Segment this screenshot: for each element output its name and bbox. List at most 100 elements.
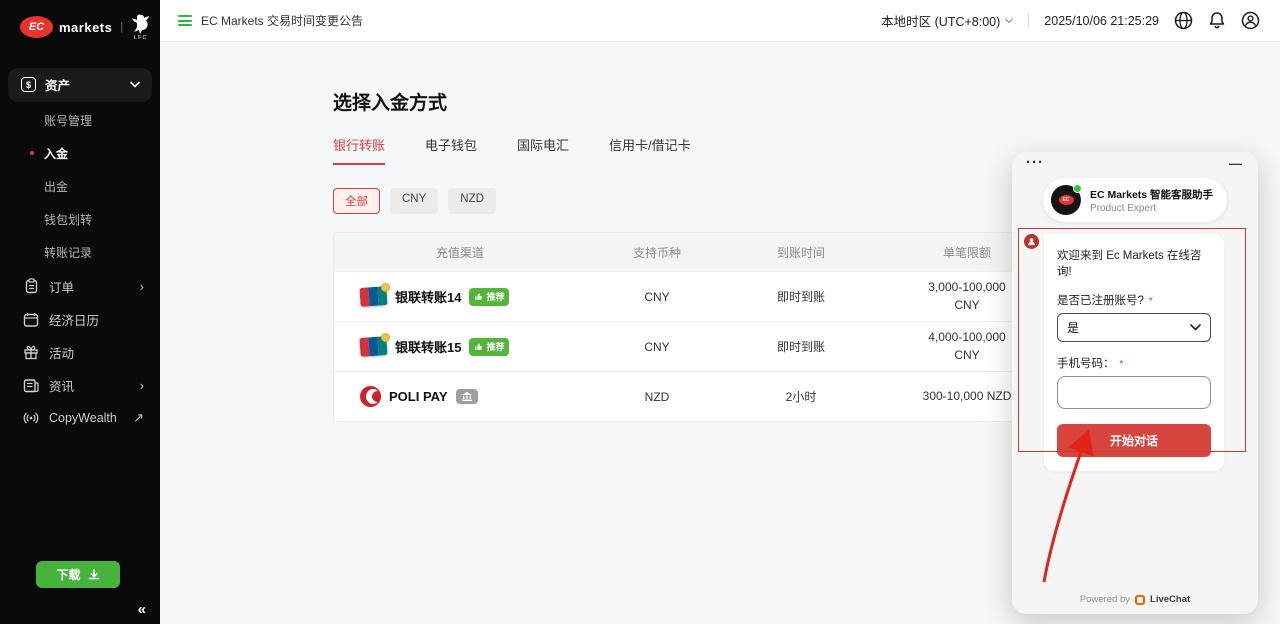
tab-credit-debit-card[interactable]: 信用卡/借记卡 xyxy=(609,135,691,165)
tab-ewallet[interactable]: 电子钱包 xyxy=(425,135,477,165)
announcement-icon xyxy=(178,15,192,26)
powered-by-text: Powered by xyxy=(1080,594,1130,605)
menu-item-label: 资讯 xyxy=(49,376,74,395)
sub-item-label: 钱包划转 xyxy=(44,211,92,228)
sub-item-label: 出金 xyxy=(44,178,68,195)
sidebar-item-news[interactable]: 资讯 › xyxy=(0,369,160,402)
channel-name: 银联转账14 xyxy=(395,287,461,306)
filter-all[interactable]: 全部 xyxy=(333,188,380,214)
arrival-time-cell: 2小时 xyxy=(728,388,874,405)
agent-avatar: EC xyxy=(1051,185,1081,215)
chevron-down-icon xyxy=(1190,324,1201,331)
registered-select[interactable]: 是 xyxy=(1057,313,1211,342)
currency-cell: CNY xyxy=(586,340,728,354)
agent-role: Product Expert xyxy=(1090,203,1213,214)
sidebar-item-orders[interactable]: 订单 › xyxy=(0,270,160,303)
poli-pay-icon xyxy=(360,386,381,407)
sidebar-item-economic-calendar[interactable]: 经济日历 xyxy=(0,303,160,336)
tab-international-wire[interactable]: 国际电汇 xyxy=(517,135,569,165)
recommended-badge: 推荐 xyxy=(469,288,509,306)
dollar-square-icon: $ xyxy=(21,77,36,92)
chat-minimize-button[interactable]: — xyxy=(1229,156,1242,171)
account-avatar-icon[interactable] xyxy=(1241,11,1260,30)
required-asterisk: * xyxy=(1149,296,1153,307)
required-asterisk: * xyxy=(1120,359,1124,370)
ec-logo-icon: EC xyxy=(20,16,53,38)
menu-item-label: CopyWealth xyxy=(49,411,117,425)
logo: EC markets | LFC xyxy=(0,0,160,42)
registered-question-label: 是否已注册账号? * xyxy=(1057,292,1211,308)
menu-item-label: 经济日历 xyxy=(49,310,99,329)
chat-options-button[interactable]: ··· xyxy=(1026,154,1044,171)
agent-name: EC Markets 智能客服助手 xyxy=(1090,187,1213,202)
column-header: 充值渠道 xyxy=(334,244,586,261)
channel-name: 银联转账15 xyxy=(395,337,461,356)
arrival-time-cell: 即时到账 xyxy=(728,338,874,355)
livechat-widget: ··· — EC EC Markets 智能客服助手 Product Exper… xyxy=(1012,152,1258,614)
collapse-sidebar-button[interactable]: « xyxy=(138,601,146,618)
download-button[interactable]: 下载 xyxy=(36,561,120,588)
sub-item-label: 账号管理 xyxy=(44,112,92,129)
logo-divider: | xyxy=(120,21,123,33)
filter-cny[interactable]: CNY xyxy=(390,188,438,214)
download-icon xyxy=(88,569,100,581)
timezone-label: 本地时区 (UTC+8:00) xyxy=(881,11,1000,30)
announcement-text: EC Markets 交易时间变更公告 xyxy=(201,12,363,29)
calendar-icon xyxy=(23,312,39,327)
sidebar-item-label: 资产 xyxy=(45,75,70,94)
agent-message-avatar xyxy=(1024,234,1039,249)
column-header: 到账时间 xyxy=(728,244,874,261)
chevron-right-icon: › xyxy=(140,279,144,294)
currency-cell: CNY xyxy=(586,290,728,304)
page-title: 选择入金方式 xyxy=(333,88,1280,115)
sub-item-label: 转账记录 xyxy=(44,244,92,261)
topbar-right: 本地时区 (UTC+8:00) 2025/10/06 21:25:29 xyxy=(881,11,1260,30)
phone-label: 手机号码：* xyxy=(1057,355,1211,371)
filter-nzd[interactable]: NZD xyxy=(448,188,496,214)
person-icon xyxy=(1027,237,1036,246)
bank-badge xyxy=(456,389,478,404)
divider xyxy=(1028,13,1029,28)
sidebar-item-assets[interactable]: $ 资产 xyxy=(8,68,152,102)
announcement-banner[interactable]: EC Markets 交易时间变更公告 xyxy=(178,12,363,29)
external-link-icon: ↗ xyxy=(133,410,144,426)
gift-icon xyxy=(23,344,39,360)
arrival-time-cell: 即时到账 xyxy=(728,288,874,305)
assets-submenu: 账号管理 入金 出金 钱包划转 转账记录 xyxy=(0,104,160,269)
unionpay-card-icon xyxy=(360,337,387,356)
lfc-text: LFC xyxy=(134,36,147,42)
menu-item-label: 订单 xyxy=(49,277,74,296)
sidebar-item-copywealth[interactable]: CopyWealth ↗ xyxy=(0,402,160,435)
select-value: 是 xyxy=(1067,319,1079,336)
thumbs-up-icon xyxy=(474,292,483,301)
language-globe-icon[interactable] xyxy=(1174,11,1193,30)
badge-label: 推荐 xyxy=(486,340,504,353)
sidebar-item-activities[interactable]: 活动 xyxy=(0,336,160,369)
phone-input[interactable] xyxy=(1057,376,1211,409)
sidebar-item-wallet-transfer[interactable]: 钱包划转 xyxy=(0,203,160,236)
label-text: 是否已注册账号? xyxy=(1057,295,1144,307)
tab-bank-transfer[interactable]: 银行转账 xyxy=(333,135,385,165)
powered-by-livechat[interactable]: Powered by LiveChat xyxy=(1012,594,1258,605)
sidebar-item-transfer-record[interactable]: 转账记录 xyxy=(0,236,160,269)
ec-logo-icon: EC xyxy=(1058,195,1073,205)
timezone-selector[interactable]: 本地时区 (UTC+8:00) xyxy=(881,11,1013,30)
topbar: EC Markets 交易时间变更公告 本地时区 (UTC+8:00) 2025… xyxy=(160,0,1280,42)
start-chat-button[interactable]: 开始对话 xyxy=(1057,424,1211,457)
currency-cell: NZD xyxy=(586,390,728,404)
bank-icon xyxy=(462,392,472,401)
clipboard-icon xyxy=(23,278,39,294)
livechat-icon xyxy=(1135,595,1145,605)
online-status-dot xyxy=(1073,184,1082,193)
recommended-badge: 推荐 xyxy=(469,338,509,356)
sidebar-item-deposit[interactable]: 入金 xyxy=(0,137,160,170)
chevron-right-icon: › xyxy=(140,378,144,393)
thumbs-up-icon xyxy=(474,342,483,351)
sidebar-item-withdraw[interactable]: 出金 xyxy=(0,170,160,203)
channel-name: POLI PAY xyxy=(389,389,448,404)
agent-header: EC EC Markets 智能客服助手 Product Expert xyxy=(1043,178,1227,222)
welcome-message: 欢迎来到 Ec Markets 在线咨询! xyxy=(1057,247,1211,279)
notifications-bell-icon[interactable] xyxy=(1208,11,1226,30)
livechat-label: LiveChat xyxy=(1150,594,1190,605)
sidebar-item-account-management[interactable]: 账号管理 xyxy=(0,104,160,137)
